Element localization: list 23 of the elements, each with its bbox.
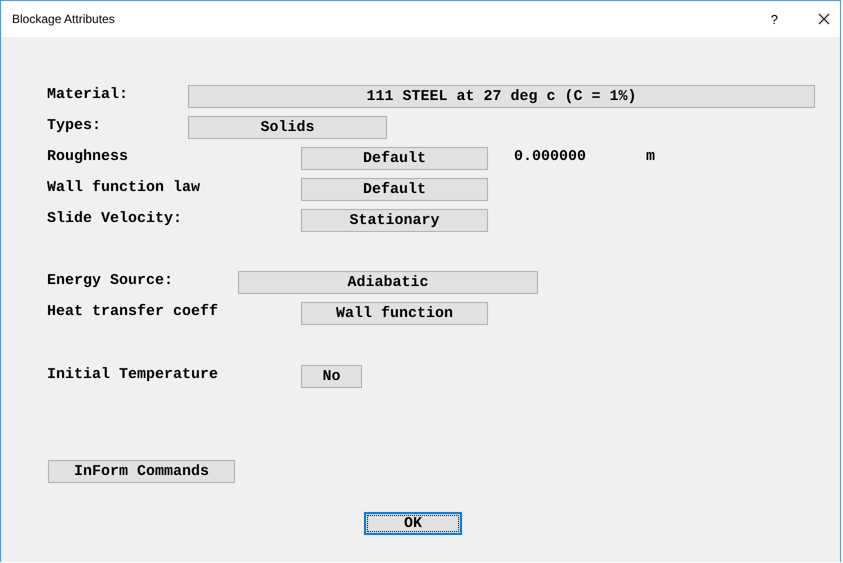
close-icon[interactable] bbox=[818, 13, 830, 25]
field-label: Slide Velocity: bbox=[47, 209, 184, 229]
value-button[interactable]: Solids bbox=[188, 116, 387, 139]
value-button[interactable]: Default bbox=[301, 178, 488, 201]
roughness-value: 0.000000 bbox=[514, 147, 586, 167]
field-label: Energy Source: bbox=[47, 271, 174, 291]
help-button[interactable]: ? bbox=[770, 12, 778, 26]
field-label: Roughness bbox=[47, 147, 130, 167]
ok-button[interactable]: OK bbox=[364, 512, 462, 535]
unit-label: m bbox=[646, 147, 656, 167]
window-title: Blockage Attributes bbox=[12, 12, 116, 26]
field-label: Heat transfer coeff bbox=[47, 302, 220, 322]
value-button[interactable]: Adiabatic bbox=[238, 271, 538, 294]
field-label: Types: bbox=[47, 116, 102, 136]
field-label: Wall function law bbox=[47, 178, 202, 198]
value-button[interactable]: Default bbox=[301, 147, 488, 170]
value-button[interactable]: Stationary bbox=[301, 209, 488, 232]
value-button[interactable]: No bbox=[301, 365, 362, 388]
field-label: Material: bbox=[47, 85, 130, 105]
value-button[interactable]: 111 STEEL at 27 deg c (C = 1%) bbox=[188, 85, 815, 108]
inform-commands-button[interactable]: InForm Commands bbox=[48, 460, 235, 483]
field-label: Initial Temperature bbox=[47, 365, 220, 385]
value-button[interactable]: Wall function bbox=[301, 302, 488, 325]
